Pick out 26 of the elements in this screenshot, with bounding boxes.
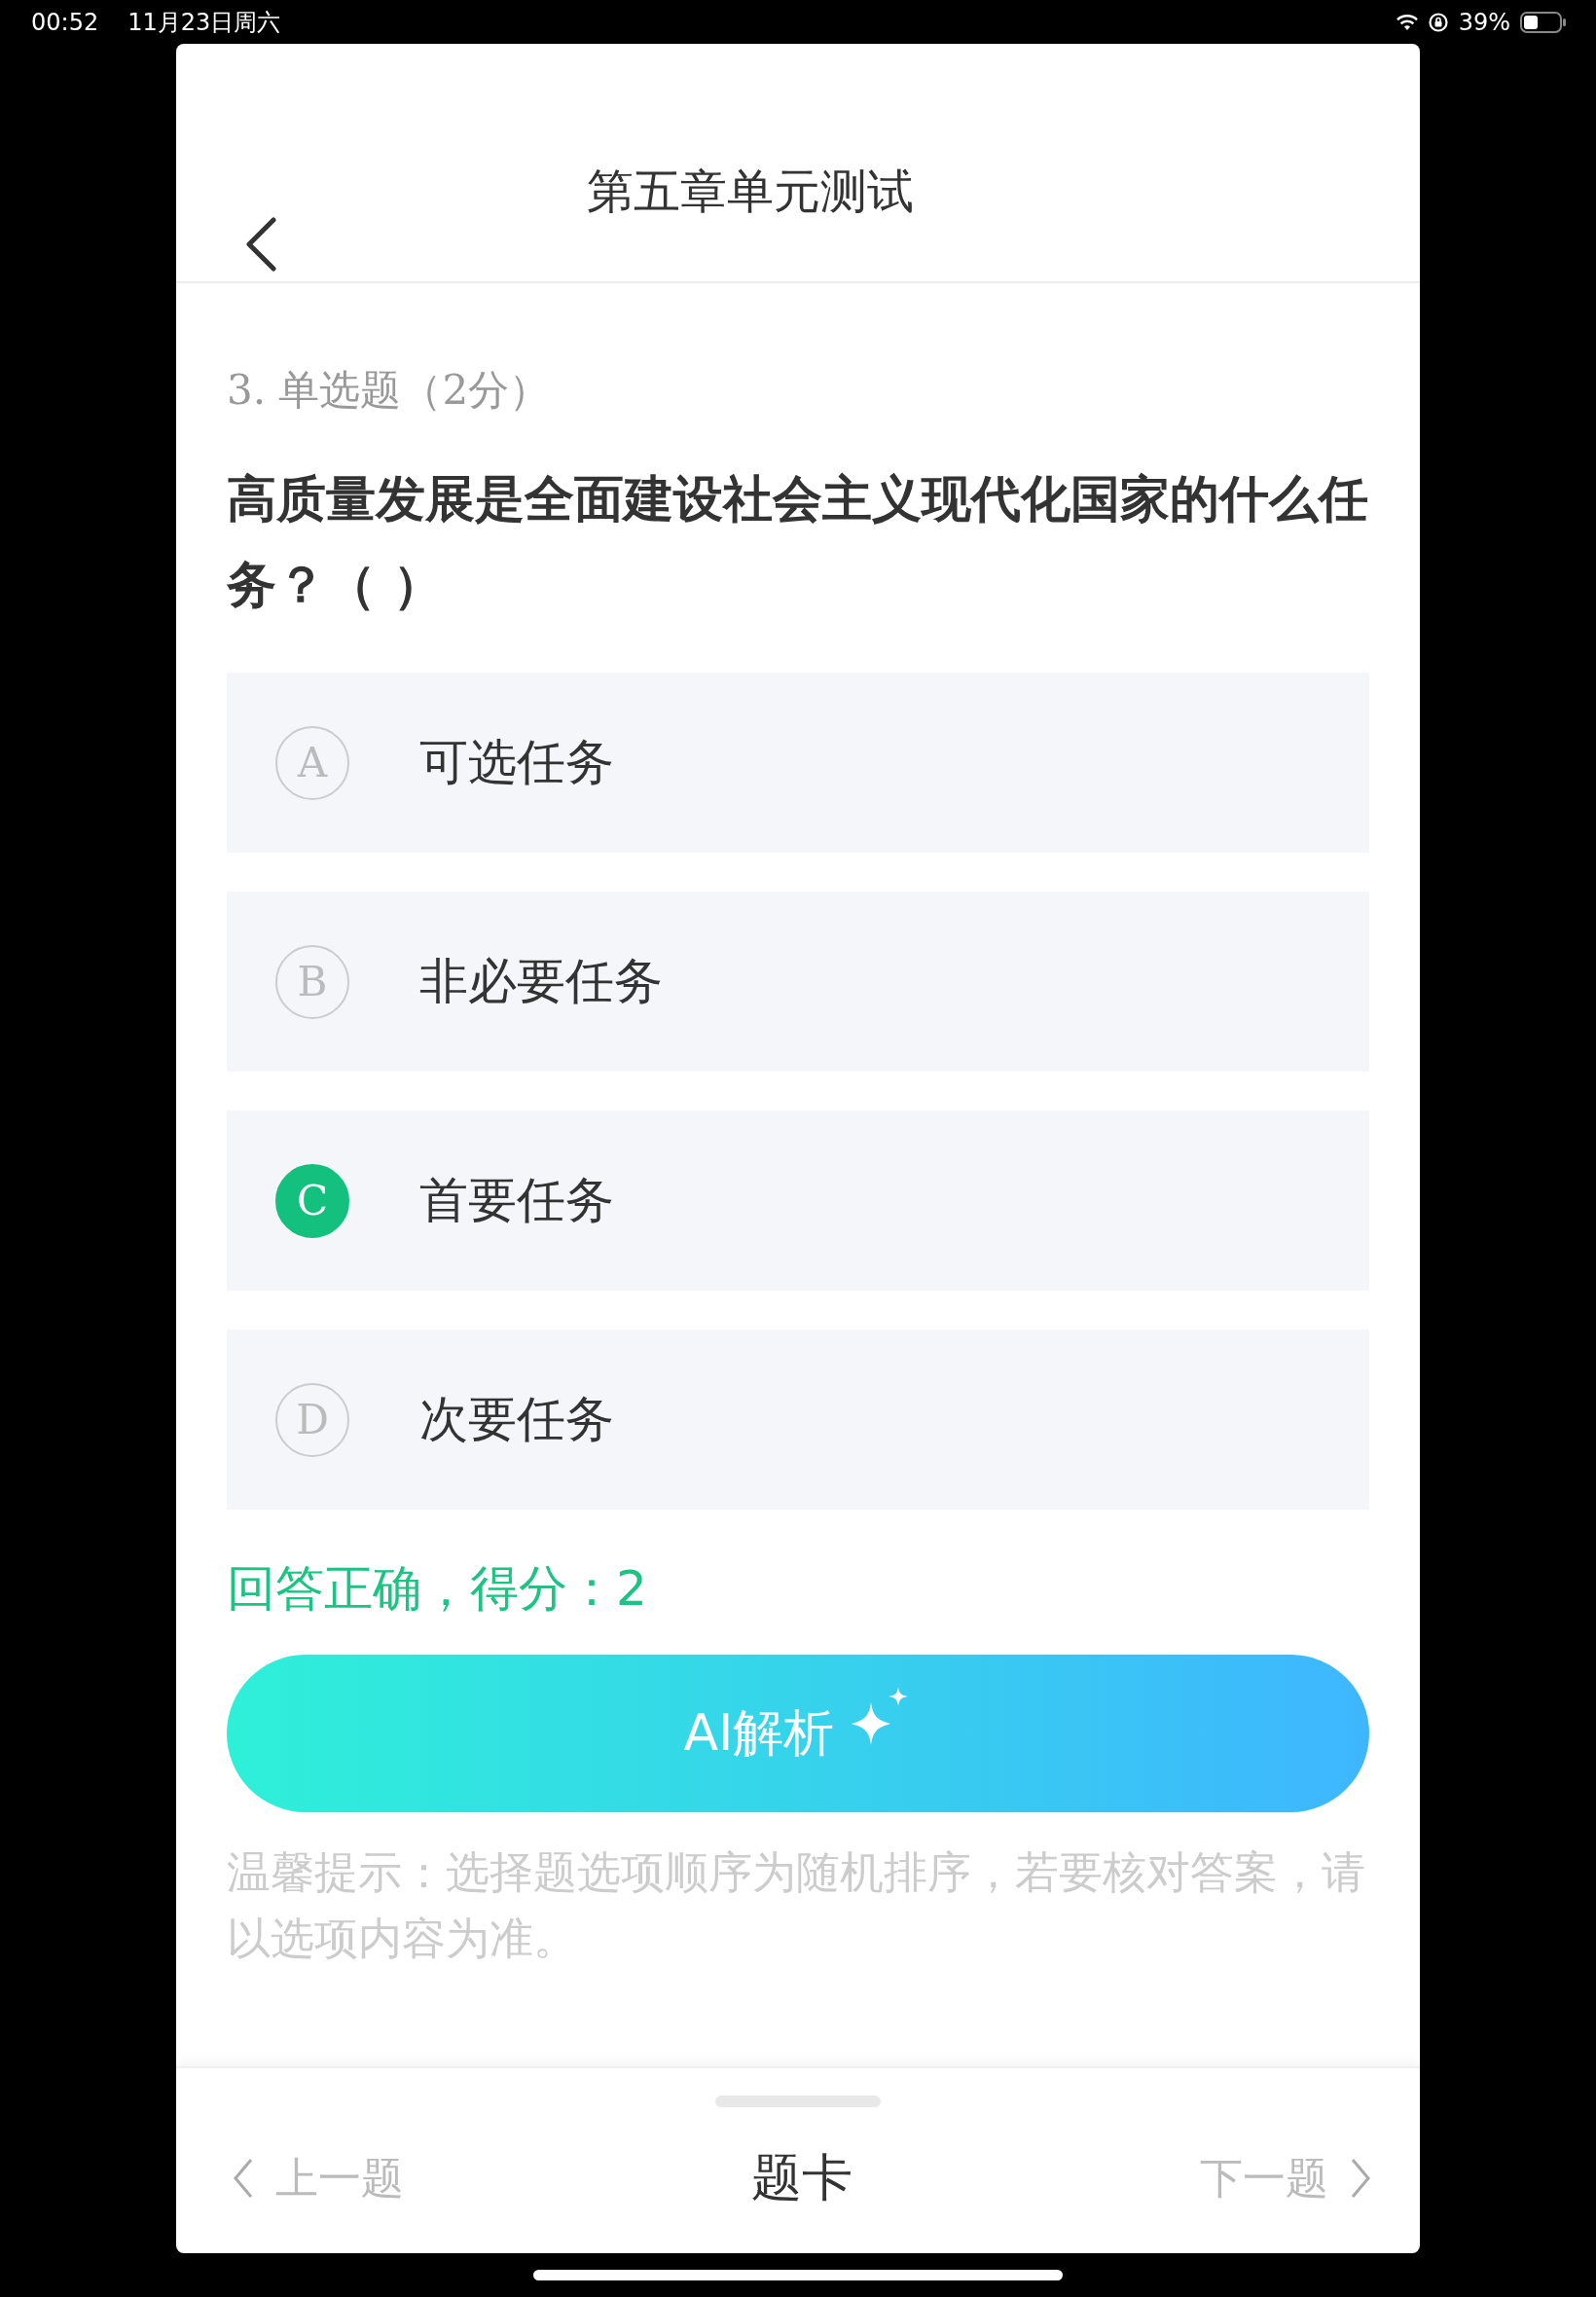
answer-option[interactable]: A 可选任务 xyxy=(227,673,1369,853)
status-time: 00:52 xyxy=(31,8,99,36)
back-icon[interactable] xyxy=(244,217,277,272)
result-text: 回答正确，得分：2 xyxy=(227,1559,648,1619)
option-text: 非必要任务 xyxy=(419,952,663,1011)
answer-option[interactable]: B 非必要任务 xyxy=(227,892,1369,1072)
question-text: 高质量发展是全面建设社会主义现代化国家的什么任务？（ ） xyxy=(227,469,1369,615)
answer-option[interactable]: C 首要任务 xyxy=(227,1111,1369,1291)
option-letter: C xyxy=(275,1163,349,1238)
chevron-left-icon xyxy=(233,2158,254,2199)
option-text: 可选任务 xyxy=(419,733,614,792)
status-date: 11月23日周六 xyxy=(127,7,281,38)
battery-percent: 39% xyxy=(1458,8,1510,36)
option-text: 首要任务 xyxy=(419,1171,614,1230)
question-type: 3. 单选题（2分） xyxy=(227,365,552,416)
question-card-button[interactable]: 题卡 xyxy=(751,2144,852,2212)
battery-icon xyxy=(1520,11,1567,33)
option-text: 次要任务 xyxy=(419,1390,614,1449)
option-letter: D xyxy=(275,1382,349,1457)
page-title: 第五章单元测试 xyxy=(587,163,914,220)
option-letter: A xyxy=(275,725,349,800)
wifi-icon xyxy=(1396,13,1418,31)
chevron-right-icon xyxy=(1350,2158,1371,2199)
rotation-lock-icon xyxy=(1427,11,1449,33)
option-letter: B xyxy=(275,944,349,1019)
answer-option[interactable]: D 次要任务 xyxy=(227,1330,1369,1510)
